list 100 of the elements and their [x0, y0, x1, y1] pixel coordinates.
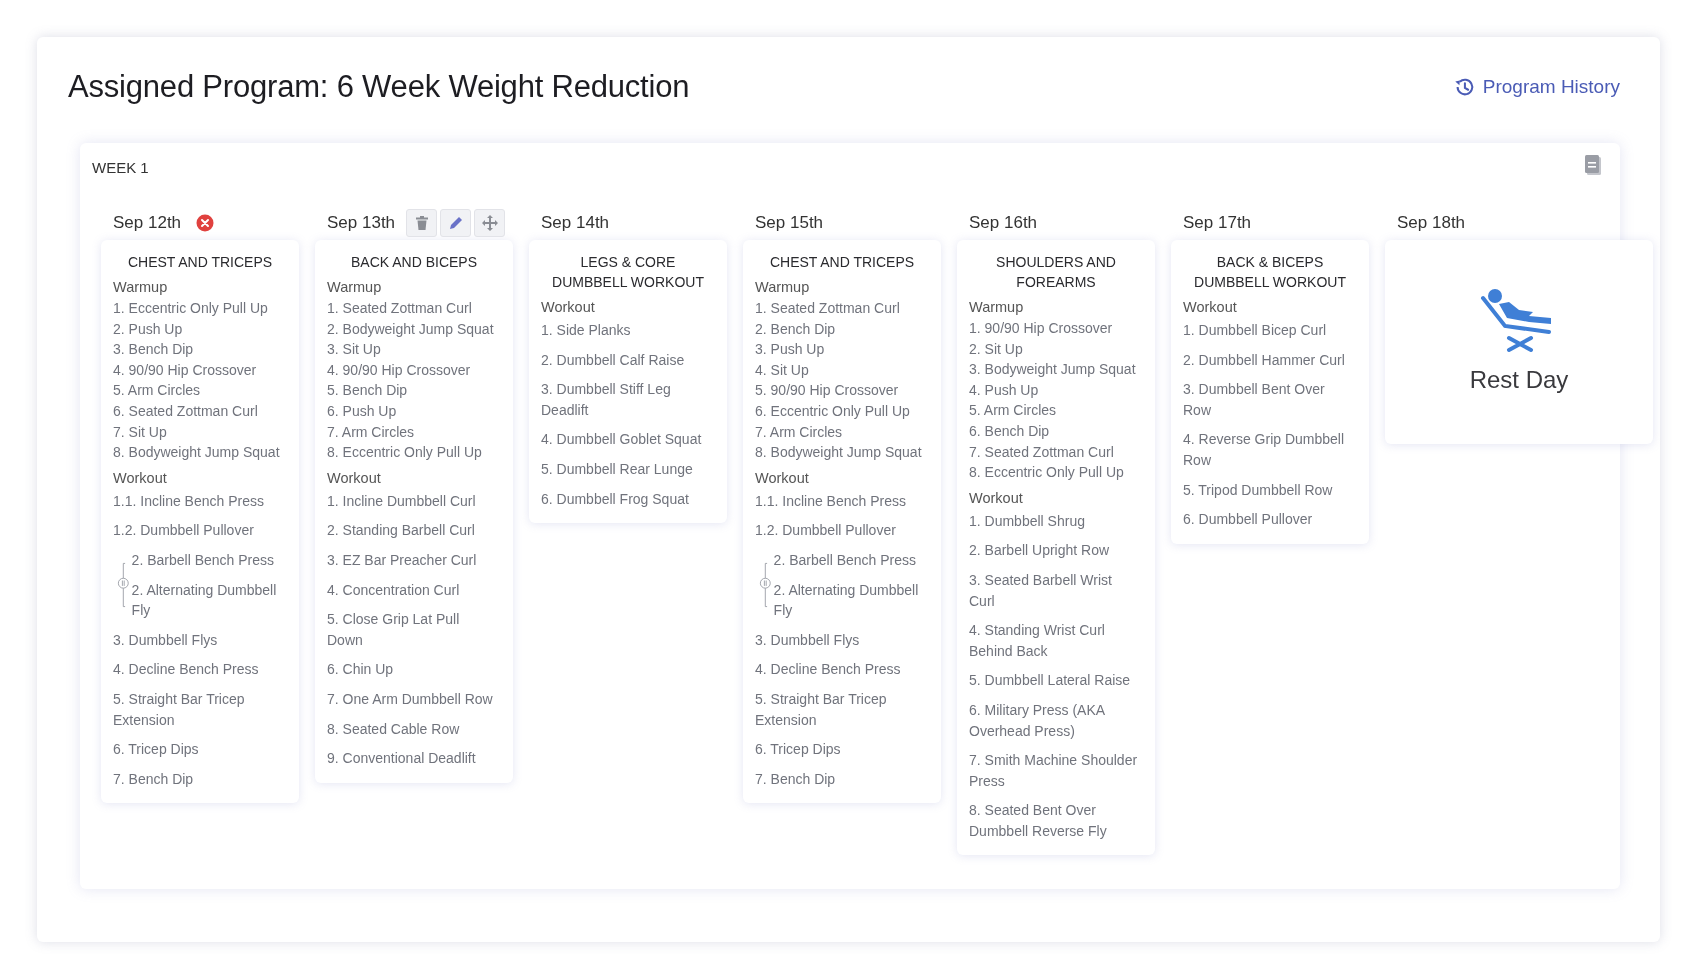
exercise-item: 5. Dumbbell Rear Lunge — [541, 459, 694, 479]
exercise-item: 7. Bench Dip — [755, 769, 837, 789]
exercise-item: 1. Seated Zottman Curl — [755, 299, 901, 318]
workout-card[interactable] — [743, 240, 941, 804]
exercise-item: 4. 90/90 Hip Crossover — [113, 360, 258, 380]
exercise-item: 3. Seated Barbell Wrist Curl — [969, 570, 1113, 611]
exercise-item: 1. 90/90 Hip Crossover — [969, 319, 1114, 338]
exercise-item: 8. Eccentric Only Pull Up — [969, 463, 1125, 483]
workout-card[interactable]: LEGS & CORE DUMBBELL WORKOUT Workout 1. Side Planks 2. Dumbbell Calf Raise 3. Dumbbell Stiff Leg Deadlift 4. Dumbbell Goblet Squat 5. Dumbbell Rear Lunge 6. Dumbbell Frog Squat — [529, 240, 727, 524]
exercise-item: 2. Barbell Bench Press — [773, 550, 917, 570]
exercise-item: 2. Bench Dip — [755, 319, 837, 339]
section-label: Warmup — [113, 278, 169, 297]
exercise-item: 7. Sit Up — [113, 422, 168, 442]
exercise-item: 6. Bench Dip — [969, 421, 1051, 441]
exercise-item: 2. Sit Up — [969, 339, 1024, 359]
workout-card[interactable] — [101, 240, 299, 804]
exercise-item: 4. Decline Bench Press — [755, 660, 902, 680]
section-label: Workout — [755, 468, 810, 488]
exercise-item: 2. Dumbbell Calf Raise — [541, 350, 686, 370]
exercise-item: 3. Dumbbell Flys — [113, 630, 219, 650]
history-icon — [1452, 76, 1475, 98]
day-date: Sep 16th — [969, 213, 1038, 233]
day-date: Sep 18th — [1397, 213, 1466, 233]
remove-icon[interactable] — [196, 214, 215, 232]
exercise-item: 8. Eccentric Only Pull Up — [327, 443, 483, 463]
exercise-item: 7. Bench Dip — [113, 769, 195, 789]
exercise-item: 8. Bodyweight Jump Squat — [113, 443, 281, 463]
workout-title: CHEST AND TRICEPS — [126, 253, 274, 272]
exercise-item: 3. Push Up — [755, 340, 826, 360]
exercise-item: 6. Tricep Dips — [755, 740, 842, 760]
exercise-item: 8. Seated Bent Over Dumbbell Reverse Fly — [969, 801, 1108, 841]
exercise-item: 2. Standing Barbell Curl — [327, 521, 476, 541]
exercise-item: 3. Dumbbell Flys — [755, 630, 861, 650]
workout-title: SHOULDERS AND FOREARMS — [995, 253, 1117, 292]
edit-button[interactable] — [440, 209, 472, 237]
exercise-item: 5. Dumbbell Lateral Raise — [969, 671, 1132, 691]
exercise-item: 1. Eccentric Only Pull Up — [113, 299, 269, 318]
exercise-item: 6. Dumbbell Pullover — [1183, 510, 1314, 530]
move-button[interactable] — [474, 209, 506, 237]
exercise-item: 3. Bench Dip — [113, 340, 195, 360]
section-label: Workout — [1183, 298, 1238, 317]
exercise-item: 7. Arm Circles — [327, 422, 416, 442]
exercise-item: 1.2. Dumbbell Pullover — [755, 521, 897, 541]
exercise-item: 6. Military Press (AKA Overhead Press) — [969, 700, 1106, 741]
exercise-item: 6. Push Up — [327, 401, 398, 421]
exercise-item: 5. Bench Dip — [327, 381, 409, 401]
exercise-item: 2. Push Up — [113, 319, 184, 339]
exercise-item: 7. One Arm Dumbbell Row — [327, 689, 494, 709]
section-label: Warmup — [327, 278, 383, 297]
exercise-item: 4. 90/90 Hip Crossover — [327, 360, 472, 380]
exercise-item: 8. Bodyweight Jump Squat — [755, 443, 923, 463]
exercise-item: 2. Barbell Upright Row — [969, 541, 1111, 561]
pencil-icon — [447, 215, 464, 231]
day-date: Sep 17th — [1183, 213, 1252, 233]
exercise-item: 6. Chin Up — [327, 660, 395, 680]
exercise-item: 4. Sit Up — [755, 360, 810, 380]
workout-card[interactable]: BACK & BICEPS DUMBBELL WORKOUT Workout 1. Dumbbell Bicep Curl 2. Dumbbell Hammer Curl 3. Dumbbell Bent Over Row 4. Reverse Grip Dumbbell Row 5. Tripod Dumbbell Row 6. Dumbbell Pullover — [1171, 240, 1369, 544]
exercise-item: 1. Dumbbell Shrug — [969, 511, 1086, 531]
exercise-item: 4. Standing Wrist Curl Behind Back — [969, 621, 1106, 661]
exercise-item: 4. Dumbbell Goblet Squat — [541, 430, 703, 450]
exercise-item: 9. Conventional Deadlift — [327, 749, 477, 769]
exercise-item: 6. Eccentric Only Pull Up — [755, 401, 911, 421]
move-arrows-icon — [480, 214, 499, 232]
exercise-item: 1. Incline Dumbbell Curl — [327, 491, 477, 511]
day-date: Sep 15th — [755, 213, 824, 233]
program-history-link[interactable]: Program History — [1452, 76, 1620, 98]
page-title: Assigned Program: 6 Week Weight Reduction — [68, 69, 690, 105]
delete-button[interactable] — [406, 209, 438, 237]
exercise-item: 2. Dumbbell Hammer Curl — [1183, 350, 1346, 370]
exercise-item: 1.2. Dumbbell Pullover — [113, 521, 255, 541]
exercise-item: 1. Dumbbell Bicep Curl — [1183, 321, 1328, 340]
exercise-item: 1. Seated Zottman Curl — [327, 299, 473, 318]
day-date: Sep 14th — [541, 213, 610, 233]
exercise-item: 4. Push Up — [969, 380, 1040, 400]
exercise-item: 5. Straight Bar Tricep Extension — [755, 689, 888, 730]
section-label: Warmup — [755, 278, 811, 297]
exercise-item: 3. Bodyweight Jump Squat — [969, 360, 1137, 380]
document-icon[interactable] — [1584, 153, 1602, 176]
trash-icon — [413, 215, 430, 231]
exercise-item: 7. Arm Circles — [755, 422, 844, 442]
exercise-item: 6. Seated Zottman Curl — [113, 401, 259, 421]
exercise-item: 3. EZ Bar Preacher Curl — [327, 550, 478, 570]
exercise-item: 1.1. Incline Bench Press — [755, 491, 907, 511]
day-date: Sep 12th — [113, 213, 182, 233]
exercise-item: 2. Bodyweight Jump Squat — [327, 319, 495, 339]
exercise-item: 4. Concentration Curl — [327, 580, 461, 600]
section-label: Workout — [113, 468, 168, 488]
workout-title: CHEST AND TRICEPS — [768, 253, 916, 272]
exercise-item: 3. Dumbbell Stiff Leg Deadlift — [541, 380, 672, 420]
exercise-item: 2. Barbell Bench Press — [131, 550, 275, 570]
exercise-item: 4. Decline Bench Press — [113, 660, 260, 680]
exercise-item: 5. Arm Circles — [969, 401, 1058, 421]
section-label: Workout — [327, 468, 382, 488]
exercise-item: 7. Seated Zottman Curl — [969, 442, 1115, 462]
exercise-item: 2. Alternating Dumbbell Fly — [131, 580, 278, 621]
exercise-item: 5. Tripod Dumbbell Row — [1183, 480, 1334, 500]
exercise-item: 5. Straight Bar Tricep Extension — [113, 689, 246, 730]
exercise-item: 3. Sit Up — [327, 340, 382, 360]
exercise-item: 5. Close Grip Lat Pull Down — [327, 610, 461, 650]
exercise-item: 6. Dumbbell Frog Squat — [541, 489, 690, 509]
